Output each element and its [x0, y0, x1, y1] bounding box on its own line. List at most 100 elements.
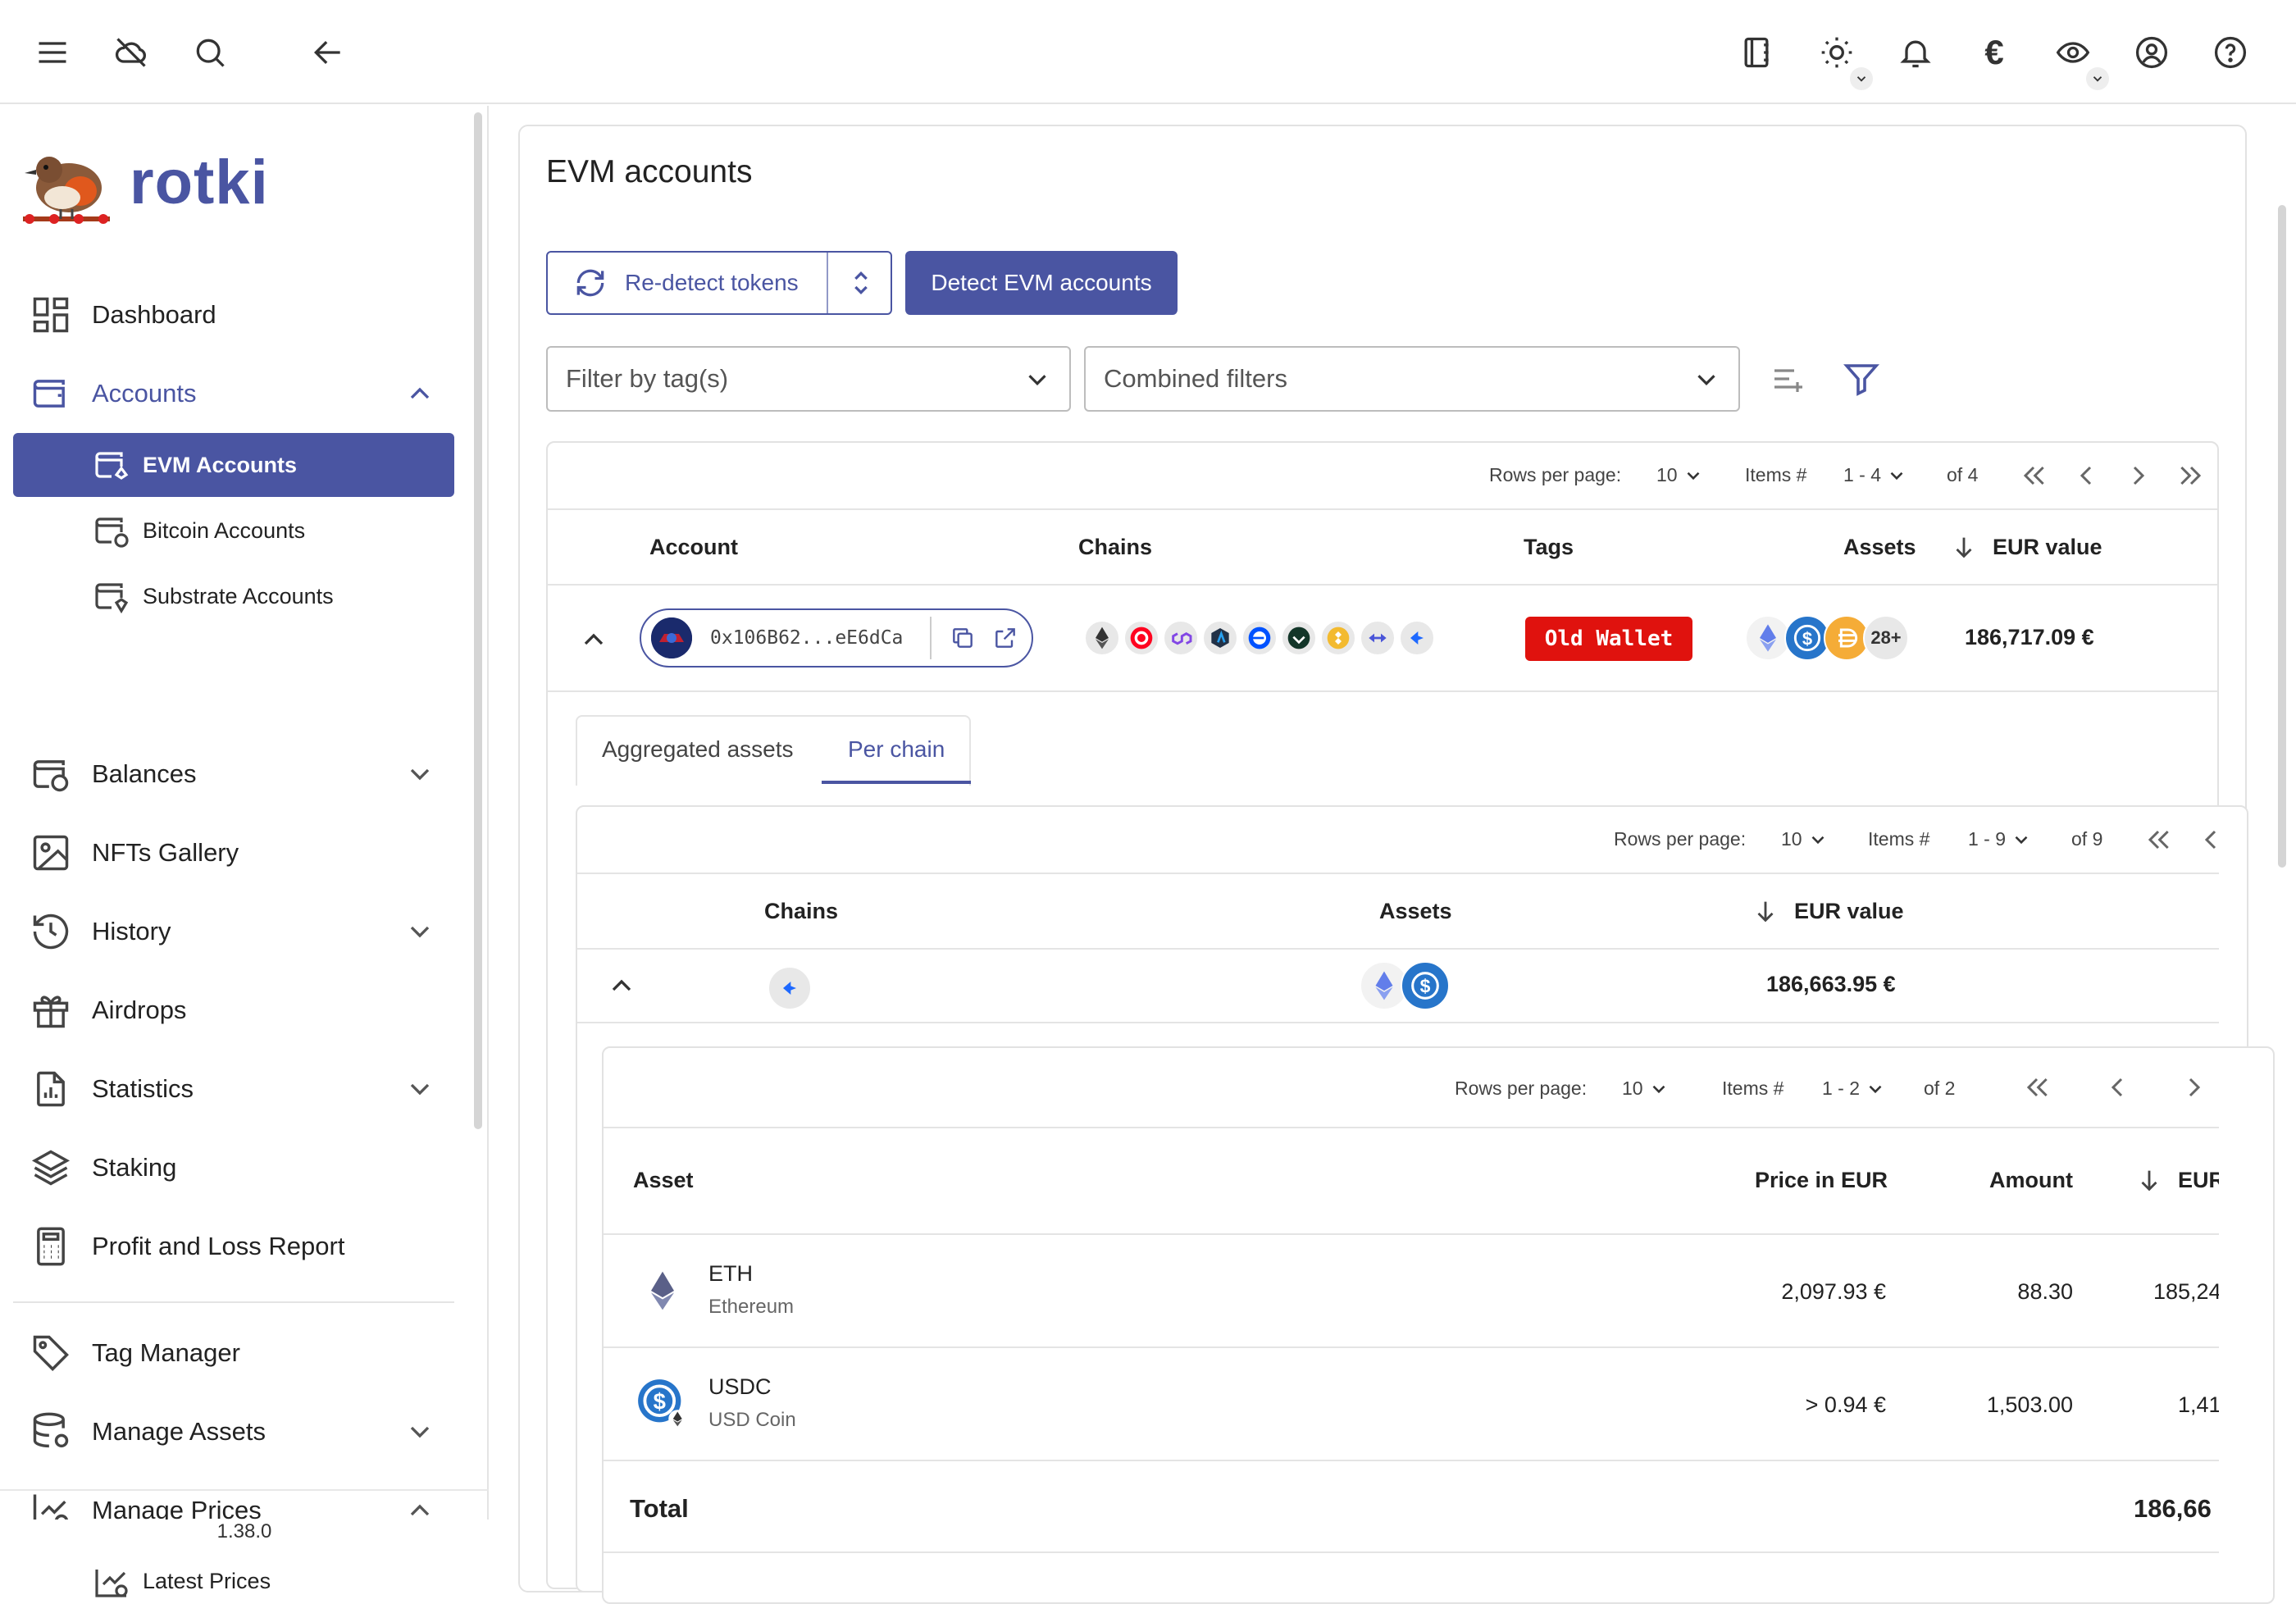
external-link-icon[interactable] [992, 625, 1018, 651]
tag-old-wallet[interactable]: Old Wallet [1525, 617, 1692, 661]
sidebar-item-bitcoin-accounts[interactable]: Bitcoin Accounts [13, 499, 454, 563]
chevron-down-icon [1022, 364, 1053, 395]
next-page-icon[interactable] [2122, 459, 2155, 492]
sidebar-item-label: Latest Prices [143, 1568, 271, 1593]
svg-text:$: $ [654, 1389, 666, 1415]
next-page-icon[interactable] [2178, 1071, 2211, 1104]
sidebar-item-label: Balances [92, 759, 197, 788]
sidebar-item-nfts-gallery[interactable]: NFTs Gallery [13, 820, 456, 886]
unfold-icon[interactable] [845, 267, 877, 299]
asset-price: > 0.94 € [1805, 1392, 1886, 1417]
copy-icon[interactable] [950, 625, 976, 651]
help-icon[interactable] [2207, 30, 2253, 75]
sort-desc-icon[interactable] [1752, 897, 1779, 925]
account-address-chip[interactable]: 0x106B62...eE6dCa [640, 608, 1033, 668]
search-icon[interactable] [187, 30, 233, 75]
prev-page-icon[interactable] [2070, 459, 2102, 492]
filter-by-tag-select[interactable]: Filter by tag(s) [546, 346, 1071, 412]
sidebar-item-accounts[interactable]: Accounts [13, 361, 456, 426]
items-range-select[interactable]: 1 - 4 [1843, 464, 1907, 486]
gift-icon [30, 989, 72, 1032]
prev-page-icon[interactable] [2194, 823, 2219, 856]
sidebar-item-manage-assets[interactable]: Manage Assets [13, 1399, 456, 1465]
sidebar-item-substrate-accounts[interactable]: Substrate Accounts [13, 564, 454, 628]
header-amount: Amount [1989, 1168, 2073, 1192]
gnosis-chain-icon [1281, 620, 1317, 656]
tab-aggregated-assets[interactable]: Aggregated assets [602, 736, 794, 763]
sidebar-item-profit-and-loss-report[interactable]: Profit and Loss Report [13, 1214, 456, 1279]
table-divider [604, 1551, 2219, 1553]
items-range-select[interactable]: 1 - 9 [1968, 828, 2032, 850]
last-page-icon[interactable] [2175, 459, 2207, 492]
sidebar-item-history[interactable]: History [13, 899, 456, 964]
table-divider [604, 1460, 2219, 1461]
header-eur-value[interactable]: EUR [2178, 1168, 2219, 1193]
zksync-chain-icon [768, 966, 812, 1010]
account-eur-value: 186,717.09 € [1965, 625, 2094, 649]
asset-price: 2,097.93 € [1781, 1279, 1886, 1304]
active-tab-indicator [822, 781, 971, 784]
range-value: 1 - 4 [1843, 464, 1882, 485]
chip-divider [930, 617, 932, 659]
user-account-icon[interactable] [2129, 30, 2175, 75]
total-eur-value: 186,66 [2134, 1494, 2212, 1523]
rows-value: 10 [1622, 1078, 1643, 1099]
rotki-logo [21, 139, 112, 229]
sort-desc-icon[interactable] [2135, 1166, 2163, 1194]
privacy-menu-chevron-icon[interactable] [2086, 67, 2109, 90]
items-range-select[interactable]: 1 - 2 [1822, 1078, 1886, 1100]
back-arrow-icon[interactable] [305, 30, 351, 75]
redetect-tokens-button[interactable]: Re-detect tokens [546, 251, 892, 315]
range-value: 1 - 9 [1968, 828, 2007, 850]
sort-desc-icon[interactable] [1950, 533, 1978, 561]
more-assets-badge[interactable]: 28+ [1863, 615, 1909, 661]
account-avatar [651, 617, 692, 658]
rows-per-page-select[interactable]: 10 [1622, 1078, 1670, 1100]
rows-per-page-select[interactable]: 10 [1781, 828, 1829, 850]
history-icon [30, 910, 72, 953]
sidebar-item-label: Substrate Accounts [143, 583, 334, 608]
statistics-icon [30, 1068, 72, 1110]
eye-icon[interactable] [2050, 30, 2096, 75]
sidebar-item-balances[interactable]: Balances [13, 741, 456, 807]
bell-icon[interactable] [1893, 30, 1938, 75]
first-page-icon[interactable] [2020, 1071, 2053, 1104]
first-page-icon[interactable] [2017, 459, 2050, 492]
column-settings-icon[interactable] [1770, 359, 1809, 399]
notes-icon[interactable] [1733, 30, 1779, 75]
bitcoin-wallet-icon [92, 511, 131, 550]
theme-menu-chevron-icon[interactable] [1850, 67, 1873, 90]
rows-per-page-select[interactable]: 10 [1656, 464, 1704, 486]
currency-button[interactable]: € [1971, 30, 2017, 75]
combined-filters-select[interactable]: Combined filters [1084, 346, 1740, 412]
main-scrollbar[interactable] [2278, 205, 2286, 868]
sidebar-item-label: Tag Manager [92, 1338, 240, 1367]
table-divider [548, 584, 2217, 586]
menu-icon[interactable] [30, 30, 75, 75]
tab-per-chain[interactable]: Per chain [848, 736, 945, 763]
table-divider [577, 948, 2219, 950]
header-eur-value[interactable]: EUR value [1993, 535, 2102, 560]
cloud-off-icon[interactable] [108, 30, 154, 75]
prev-page-icon[interactable] [2101, 1071, 2134, 1104]
asset-amount: 88.30 [2017, 1279, 2073, 1304]
chevron-down-icon [1886, 465, 1907, 486]
calculator-icon [30, 1225, 72, 1268]
sidebar-item-evm-accounts[interactable]: EVM Accounts [13, 433, 454, 497]
sidebar-item-dashboard[interactable]: Dashboard [13, 282, 456, 348]
sidebar-item-airdrops[interactable]: Airdrops [13, 977, 456, 1043]
sidebar-item-tag-manager[interactable]: Tag Manager [13, 1320, 456, 1386]
collapse-row-icon[interactable] [577, 623, 610, 656]
sidebar-scrollbar[interactable] [474, 112, 482, 1129]
collapse-row-icon[interactable] [605, 969, 638, 1002]
first-page-icon[interactable] [2142, 823, 2175, 856]
filter-icon[interactable] [1842, 359, 1881, 399]
sidebar-item-label: Manage Assets [92, 1417, 266, 1446]
detect-evm-accounts-button[interactable]: Detect EVM accounts [905, 251, 1178, 315]
app-version: 1.38.0 [216, 1520, 272, 1542]
items-label: Items # [1745, 464, 1807, 485]
theme-sun-icon[interactable] [1814, 30, 1860, 75]
header-eur-value[interactable]: EUR value [1794, 899, 1904, 924]
sidebar-item-statistics[interactable]: Statistics [13, 1056, 456, 1122]
sidebar-item-staking[interactable]: Staking [13, 1135, 456, 1201]
